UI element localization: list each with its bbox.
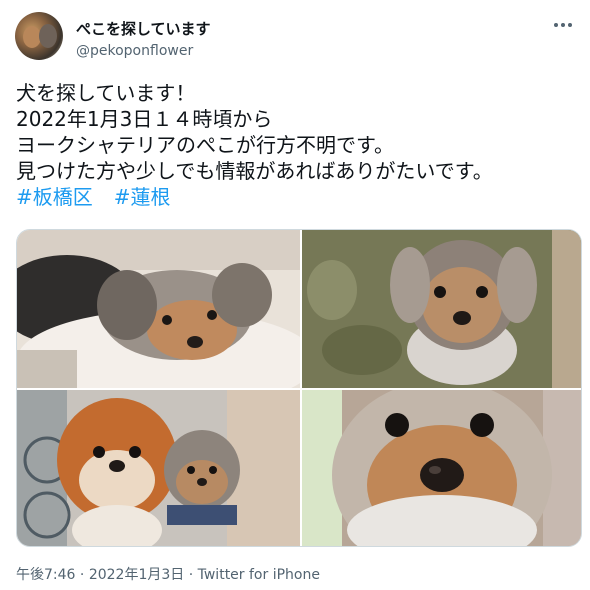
- tweet-footer: 午後7:46 · 2022年1月3日 · Twitter for iPhone: [16, 566, 320, 584]
- separator-dot: ·: [79, 567, 89, 583]
- hashtag-itabashi[interactable]: #板橋区: [16, 185, 93, 209]
- tweet-line: 犬を探しています！: [16, 81, 196, 105]
- separator-dot: ·: [188, 567, 198, 583]
- media-grid: [16, 229, 582, 547]
- photo-yorkie-sitting[interactable]: [302, 230, 581, 388]
- tweet-date[interactable]: 2022年1月3日: [89, 567, 184, 583]
- tweet-line: ヨークシャテリアのぺこが行方不明です。: [16, 133, 394, 157]
- tweet-text: 犬を探しています！ 2022年1月3日１４時頃から ヨークシャテリアのぺこが行方…: [16, 80, 581, 210]
- tweet-time[interactable]: 午後7:46: [16, 567, 75, 583]
- photo-yorkie-lying[interactable]: [17, 230, 300, 388]
- tweet-card: ぺこを探しています @pekoponflower 犬を探しています！ 2022年…: [0, 0, 590, 590]
- hashtag-row: #板橋区 #蓮根: [16, 184, 581, 210]
- tweet-line: 見つけた方や少しでも情報があればありがたいです。: [16, 159, 493, 183]
- user-handle[interactable]: @pekoponflower: [76, 42, 193, 60]
- tweet-source[interactable]: Twitter for iPhone: [198, 567, 320, 583]
- more-icon[interactable]: [548, 14, 578, 36]
- photo-yorkie-closeup[interactable]: [302, 390, 581, 546]
- tweet-header: ぺこを探しています @pekoponflower: [15, 12, 578, 62]
- display-name[interactable]: ぺこを探しています: [76, 20, 211, 38]
- avatar[interactable]: [15, 12, 63, 60]
- tweet-line: 2022年1月3日１４時頃から: [16, 107, 273, 131]
- hashtag-hasune[interactable]: #蓮根: [114, 185, 171, 209]
- photo-pomeranian-yorkie[interactable]: [17, 390, 300, 546]
